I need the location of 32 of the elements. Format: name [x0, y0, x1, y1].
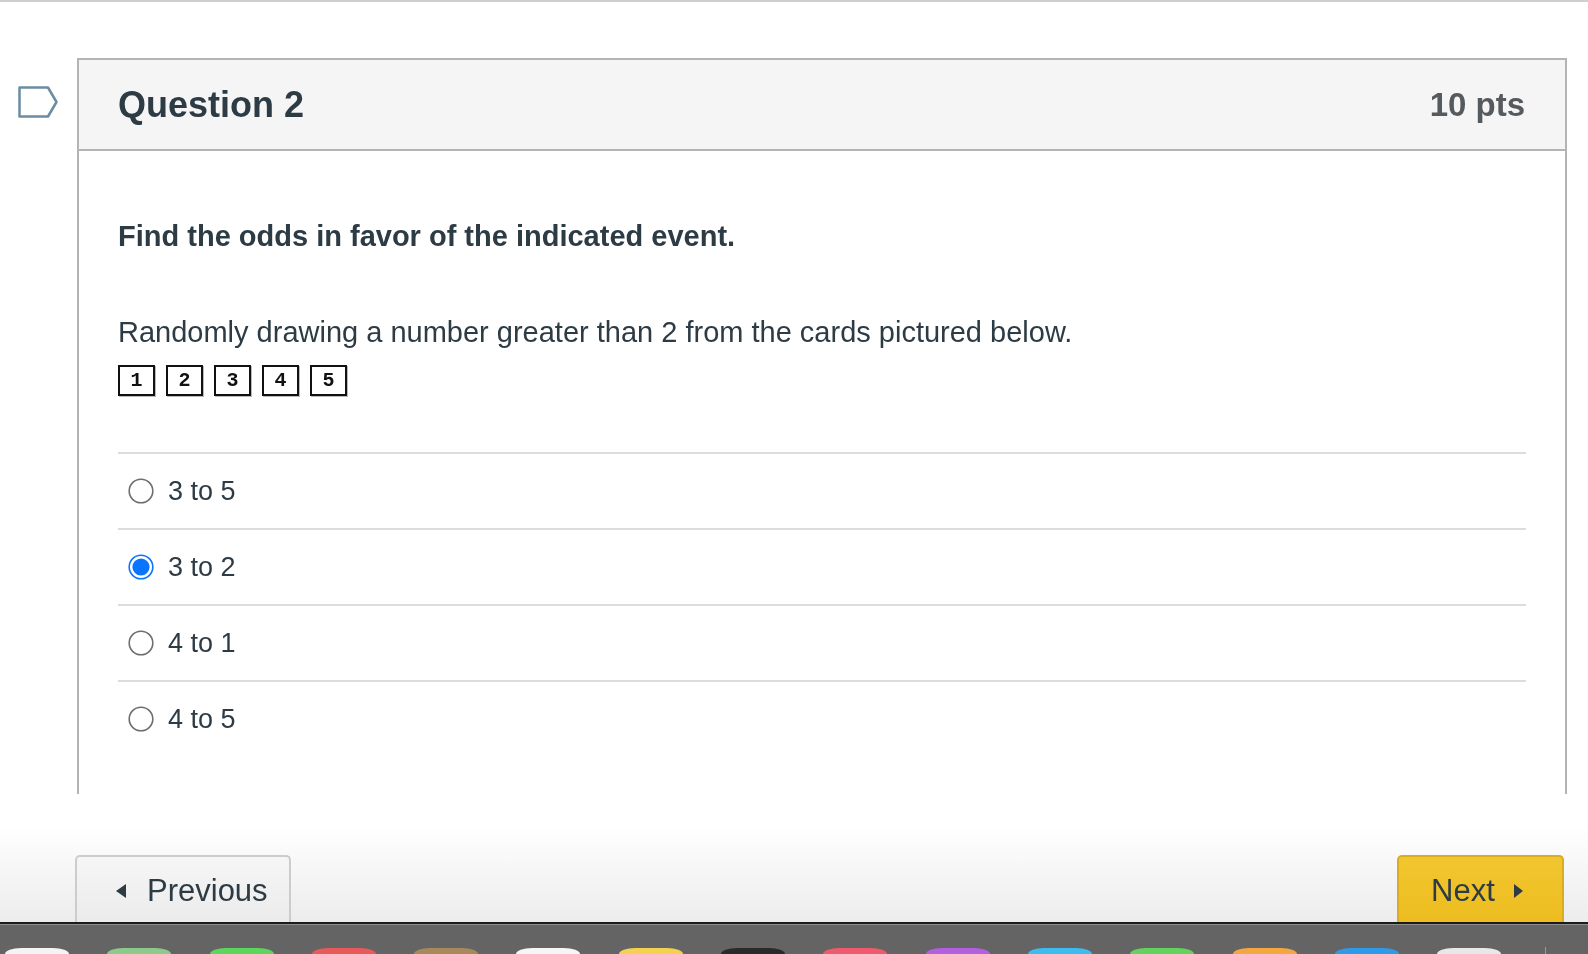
answer-label[interactable]: 4 to 1: [168, 627, 236, 659]
caret-right-icon: [1513, 884, 1523, 898]
question-prompt: Find the odds in favor of the indicated event.: [118, 219, 737, 254]
caret-left-icon: [116, 884, 126, 898]
next-button[interactable]: Next: [1397, 855, 1564, 922]
question-title: Question 2: [118, 83, 305, 126]
app-icon[interactable]: [1232, 948, 1297, 954]
app-icon[interactable]: [1437, 948, 1502, 954]
radio-button[interactable]: [128, 630, 154, 656]
radio-button[interactable]: [128, 554, 154, 580]
app-icon[interactable]: [107, 948, 172, 954]
number-card: 4: [262, 365, 299, 396]
number-card: 2: [166, 365, 203, 396]
number-card: 5: [310, 365, 347, 396]
app-icon[interactable]: [5, 948, 69, 954]
app-icon[interactable]: [721, 948, 786, 954]
previous-button[interactable]: Previous: [75, 855, 291, 922]
number-card: 3: [214, 365, 251, 396]
answer-label[interactable]: 4 to 5: [168, 703, 236, 735]
app-icon[interactable]: [209, 948, 274, 954]
radio-button[interactable]: [128, 706, 154, 732]
answer-label[interactable]: 3 to 2: [168, 551, 236, 583]
app-icon[interactable]: [1027, 948, 1092, 954]
app-icon[interactable]: [516, 948, 581, 954]
tag-icon[interactable]: [18, 86, 58, 118]
answer-label[interactable]: 3 to 5: [168, 475, 236, 507]
app-icon[interactable]: [1130, 948, 1195, 954]
points-label: 10 pts: [1429, 85, 1525, 124]
number-card: 1: [118, 365, 155, 396]
radio-button[interactable]: [128, 478, 154, 504]
app-icon[interactable]: [618, 948, 683, 954]
question-text: Randomly drawing a number greater than 2 from the cards pictured below.: [118, 315, 1074, 350]
